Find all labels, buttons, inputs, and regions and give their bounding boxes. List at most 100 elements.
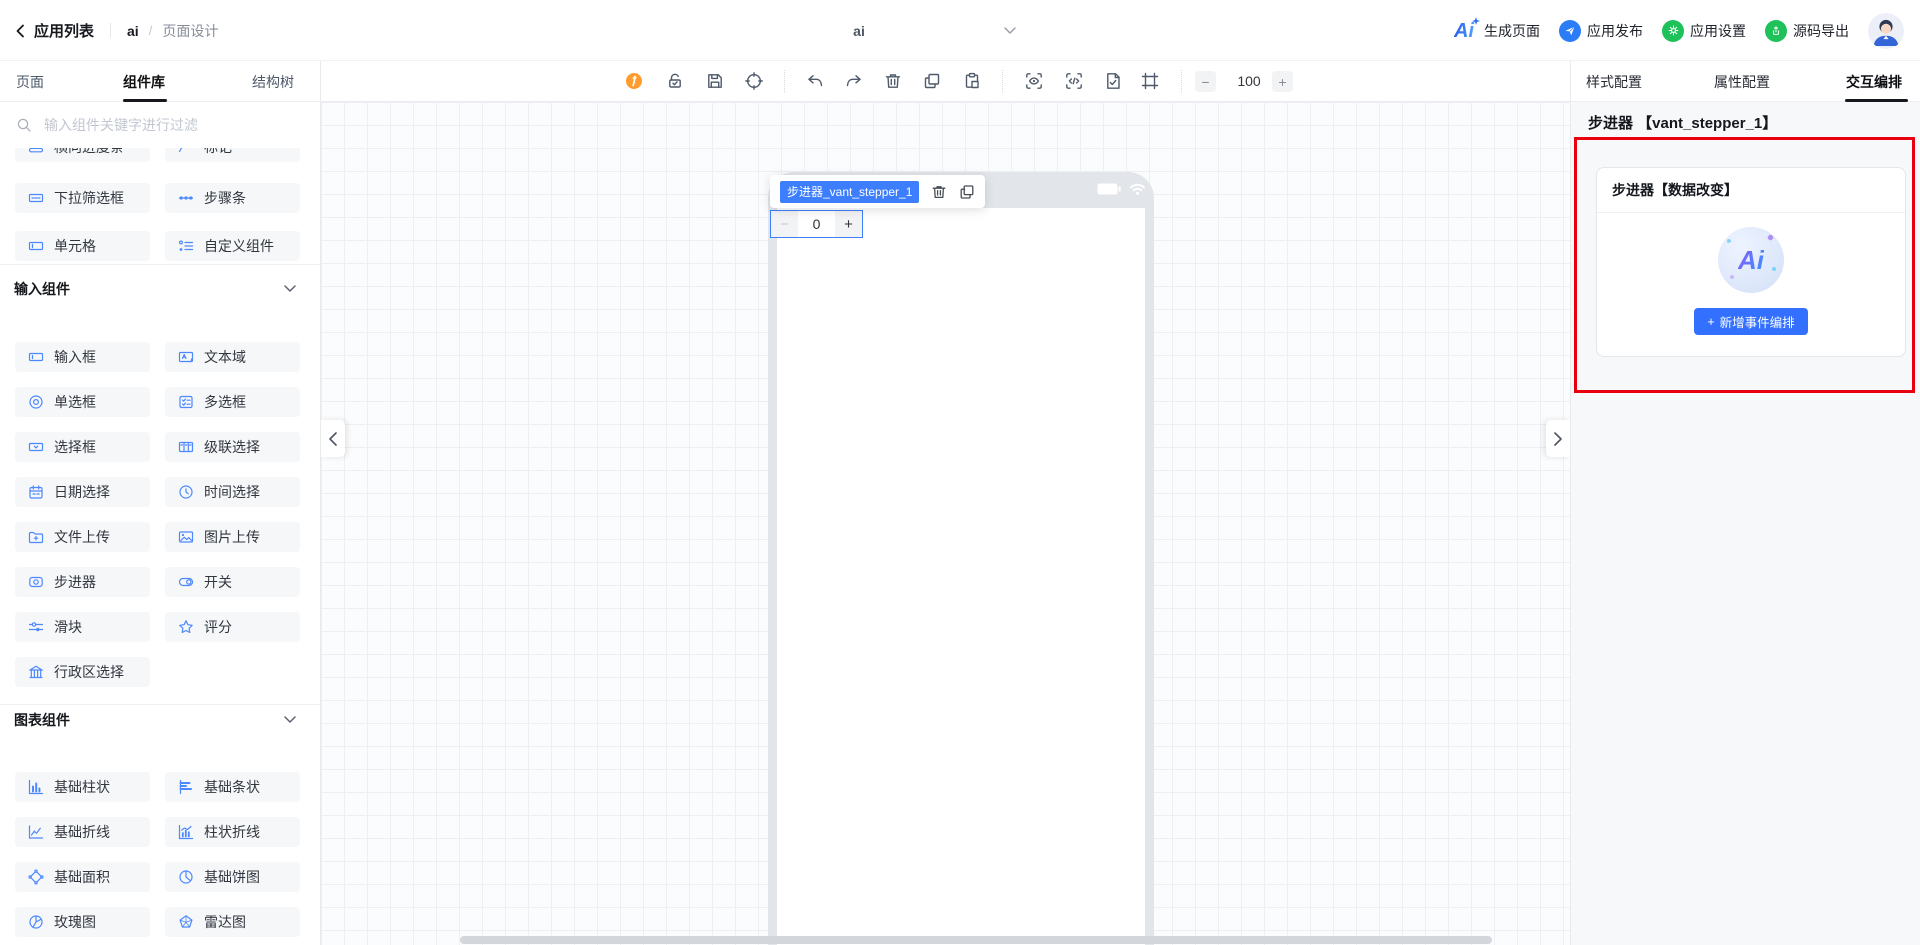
component-item-file-upload[interactable]: 文件上传 <box>15 522 150 552</box>
component-item-label: 步进器 <box>54 572 96 592</box>
component-item-stepper[interactable]: 步进器 <box>15 567 150 597</box>
code-scan-icon[interactable] <box>1065 72 1083 90</box>
component-item-bar-chart[interactable]: 基础柱状 <box>15 772 150 802</box>
document-check-icon[interactable] <box>1104 72 1122 90</box>
component-item-steps[interactable]: 步骤条 <box>165 183 300 213</box>
target-icon[interactable] <box>745 72 763 90</box>
unlock-icon[interactable] <box>666 72 684 90</box>
component-item-textarea[interactable]: 文本域 <box>165 342 300 372</box>
stepper-minus-button[interactable]: − <box>771 211 798 237</box>
component-item-pie-chart[interactable]: 基础饼图 <box>165 862 300 892</box>
component-item-label: 单选框 <box>54 392 96 412</box>
section-divider <box>0 264 321 265</box>
back-chevron-icon[interactable] <box>14 24 26 38</box>
component-item-label: 基础饼图 <box>204 867 260 887</box>
collapse-left-panel-button[interactable] <box>321 420 345 457</box>
tab-interaction-orchestration[interactable]: 交互编排 <box>1846 61 1902 102</box>
paste-icon[interactable] <box>963 72 981 90</box>
duplicate-component-icon[interactable] <box>959 184 975 200</box>
component-item-rose-chart[interactable]: 玫瑰图 <box>15 907 150 937</box>
save-icon[interactable] <box>706 72 724 90</box>
undo-icon[interactable] <box>806 72 824 90</box>
component-item-slider[interactable]: 滑块 <box>15 612 150 642</box>
bar-chart-icon <box>28 779 44 795</box>
tab-pages[interactable]: 页面 <box>16 61 44 102</box>
component-item-date-picker[interactable]: 日期选择 <box>15 477 150 507</box>
component-item-label: 下拉筛选框 <box>54 188 124 208</box>
image-upload-icon <box>178 529 194 545</box>
breadcrumb-separator: / <box>149 23 153 38</box>
component-item-label: 多选框 <box>204 392 246 412</box>
delete-component-icon[interactable] <box>931 184 947 200</box>
rate-star-icon <box>178 619 194 635</box>
tab-style-config[interactable]: 样式配置 <box>1586 61 1642 102</box>
radio-icon <box>28 394 44 410</box>
stepper-value[interactable]: 0 <box>799 211 834 237</box>
component-item-rate[interactable]: 评分 <box>165 612 300 642</box>
date-picker-icon <box>28 484 44 500</box>
event-card: 步进器【数据改变】 Ai + 新增事件编排 <box>1596 167 1906 357</box>
design-canvas[interactable]: 步进器_vant_stepper_1 − 0 + <box>321 102 1570 945</box>
publish-app-button[interactable]: 应用发布 <box>1559 20 1643 42</box>
component-item-area-chart[interactable]: 基础面积 <box>15 862 150 892</box>
zoom-in-button[interactable]: + <box>1272 71 1293 92</box>
frame-icon[interactable] <box>1141 72 1159 90</box>
component-item-district-picker[interactable]: 行政区选择 <box>15 657 150 687</box>
component-item-time-picker[interactable]: 时间选择 <box>165 477 300 507</box>
bar-line-chart-icon <box>178 824 194 840</box>
cascader-icon <box>178 439 194 455</box>
generate-page-button[interactable]: Ai 生成页面 <box>1454 21 1540 41</box>
collapse-right-panel-button[interactable] <box>1546 420 1570 457</box>
vant-stepper-component[interactable]: − 0 + <box>770 210 863 238</box>
component-item-switch[interactable]: 开关 <box>165 567 300 597</box>
component-item-label: 级联选择 <box>204 437 260 457</box>
app-settings-button[interactable]: 应用设置 <box>1662 20 1746 42</box>
component-search-bar <box>0 102 320 148</box>
selected-component-chip[interactable]: 步进器_vant_stepper_1 <box>780 181 919 203</box>
component-item-label: 时间选择 <box>204 482 260 502</box>
tab-structure-tree[interactable]: 结构树 <box>252 61 294 102</box>
tab-component-library[interactable]: 组件库 <box>123 61 165 102</box>
component-item-label: 步骤条 <box>204 188 246 208</box>
battery-icon <box>1097 183 1121 195</box>
breadcrumb-app-name: ai <box>127 23 139 39</box>
left-panel-tabs: 页面 组件库 结构树 <box>0 61 320 102</box>
zoom-out-button[interactable]: − <box>1195 71 1216 92</box>
component-item-radio[interactable]: 单选框 <box>15 387 150 417</box>
component-item-hbar-chart[interactable]: 基础条状 <box>165 772 300 802</box>
component-item-bar-line-chart[interactable]: 柱状折线 <box>165 817 300 847</box>
horizontal-scrollbar[interactable] <box>460 936 1492 944</box>
component-item-cascader[interactable]: 级联选择 <box>165 432 300 462</box>
event-card-header: 步进器【数据改变】 <box>1597 168 1905 213</box>
component-item-select[interactable]: 选择框 <box>15 432 150 462</box>
stepper-plus-button[interactable]: + <box>835 211 862 237</box>
component-item-checkbox[interactable]: 多选框 <box>165 387 300 417</box>
user-avatar[interactable] <box>1868 13 1904 49</box>
section-header-charts[interactable]: 图表组件 <box>14 710 70 730</box>
preview-scan-icon[interactable] <box>1025 72 1043 90</box>
chevron-down-icon[interactable] <box>284 285 296 292</box>
component-item-input[interactable]: 输入框 <box>15 342 150 372</box>
back-to-app-list-link[interactable]: 应用列表 <box>34 20 94 41</box>
redo-icon[interactable] <box>845 72 863 90</box>
section-header-input[interactable]: 输入组件 <box>14 279 70 299</box>
chevron-down-icon[interactable] <box>284 716 296 723</box>
component-item-dropdown-filter[interactable]: 下拉筛选框 <box>15 183 150 213</box>
component-search-input[interactable] <box>42 116 296 134</box>
component-item-image-upload[interactable]: 图片上传 <box>165 522 300 552</box>
tab-props-config[interactable]: 属性配置 <box>1714 61 1770 102</box>
component-item-custom-component[interactable]: 自定义组件 <box>165 231 300 261</box>
component-item-label: 日期选择 <box>54 482 110 502</box>
copy-icon[interactable] <box>923 72 941 90</box>
selection-toolbar: 步进器_vant_stepper_1 <box>770 175 985 208</box>
export-source-button[interactable]: 源码导出 <box>1765 20 1849 42</box>
phone-screen[interactable] <box>777 208 1145 945</box>
page-selector-dropdown[interactable]: ai <box>688 0 1030 61</box>
component-item-cell[interactable]: 单元格 <box>15 231 150 261</box>
add-event-orchestration-button[interactable]: + 新增事件编排 <box>1694 308 1808 335</box>
info-icon[interactable] <box>625 72 643 90</box>
export-icon <box>1765 20 1787 42</box>
component-item-line-chart[interactable]: 基础折线 <box>15 817 150 847</box>
delete-icon[interactable] <box>884 72 902 90</box>
component-item-radar-chart[interactable]: 雷达图 <box>165 907 300 937</box>
